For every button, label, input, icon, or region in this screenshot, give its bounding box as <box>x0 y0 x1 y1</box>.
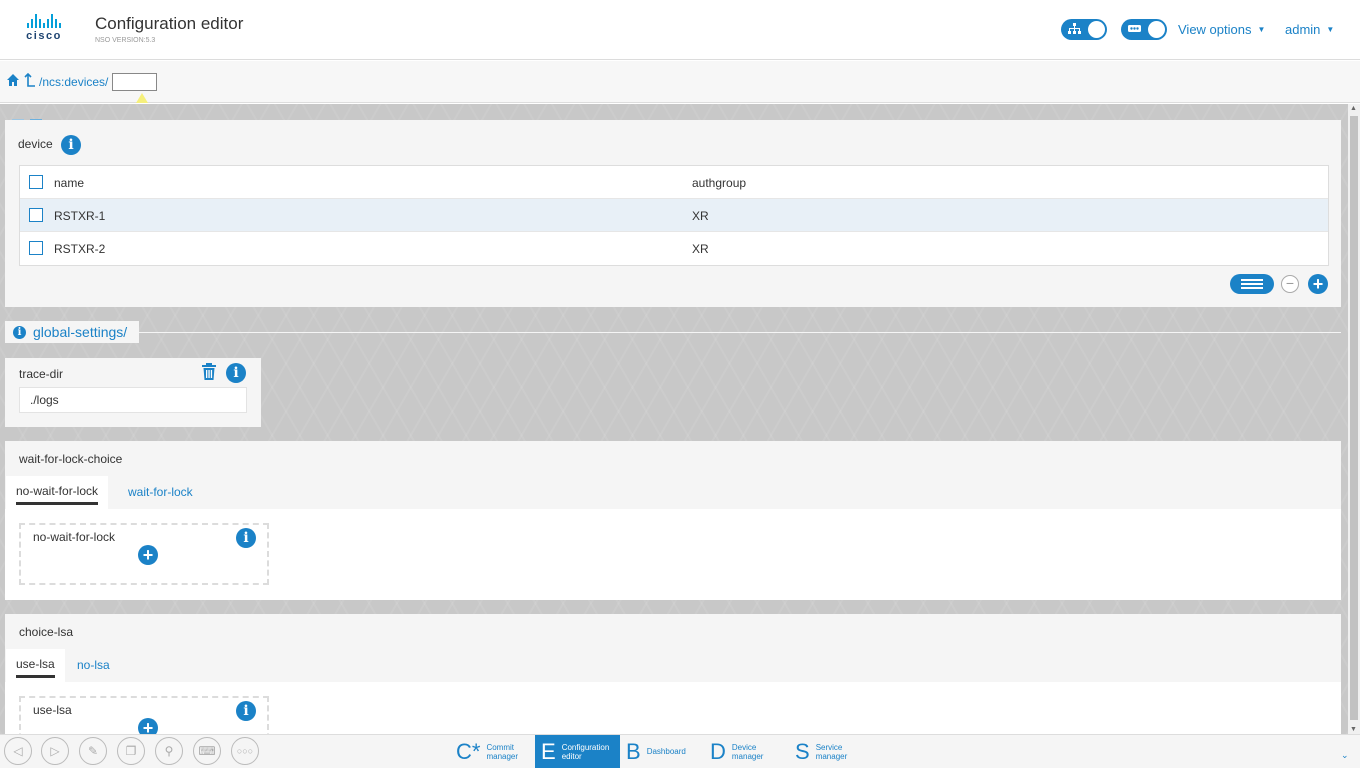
trash-icon[interactable] <box>201 363 217 384</box>
divider <box>139 332 1341 333</box>
global-settings-link[interactable]: i global-settings/ <box>5 321 139 343</box>
info-icon[interactable]: i <box>226 363 246 383</box>
dashboard-tab[interactable]: B Dashboard <box>620 735 704 768</box>
device-table: name authgroup RSTXR-1 XR RSTXR-2 XR <box>19 165 1329 266</box>
service-manager-tab[interactable]: S Service manager <box>789 735 876 768</box>
more-icon[interactable]: ○○○ <box>231 737 259 765</box>
use-lsa-box: use-lsa + i <box>19 696 269 734</box>
table-row[interactable]: RSTXR-1 XR <box>20 199 1328 232</box>
info-icon[interactable]: i <box>13 326 26 339</box>
choice-title: wait-for-lock-choice <box>19 452 123 466</box>
table-row[interactable]: RSTXR-2 XR <box>20 232 1328 265</box>
path-input[interactable] <box>112 73 157 91</box>
user-menu[interactable]: admin ▼ <box>1285 22 1334 37</box>
column-header-name[interactable]: name <box>54 176 84 190</box>
choice-content: no-wait-for-lock + i <box>5 509 1341 600</box>
search-icon[interactable]: ⚲ <box>155 737 183 765</box>
device-panel: device i name authgroup RSTXR-1 XR RSTXR… <box>5 120 1341 307</box>
add-button[interactable]: + <box>138 718 158 734</box>
choice-content: use-lsa + i <box>5 682 1341 734</box>
row-checkbox[interactable] <box>29 241 43 255</box>
app-title: Configuration editor <box>95 14 244 33</box>
trace-dir-input[interactable]: ./logs <box>19 387 247 413</box>
ellipsis-icon <box>1128 23 1141 38</box>
topology-toggle[interactable] <box>1061 19 1107 40</box>
configuration-editor-tab[interactable]: E Configuration editor <box>535 735 620 768</box>
device-name-cell[interactable]: RSTXR-2 <box>54 242 105 256</box>
device-name-cell[interactable]: RSTXR-1 <box>54 209 105 223</box>
tab-use-lsa[interactable]: use-lsa <box>6 649 65 682</box>
chevron-down-icon[interactable]: ⌄ <box>1341 750 1349 761</box>
add-row-button[interactable]: + <box>1308 274 1328 294</box>
app-header: cisco Configuration editor NSO VERSION:5… <box>0 0 1360 60</box>
home-icon[interactable] <box>6 73 20 90</box>
cisco-logo: cisco <box>18 14 70 44</box>
tab-no-wait-for-lock[interactable]: no-wait-for-lock <box>6 476 109 509</box>
scrollbar-thumb[interactable] <box>1350 116 1358 720</box>
app-version: NSO VERSION:5.3 <box>95 37 156 44</box>
trace-dir-panel: trace-dir i ./logs <box>5 358 261 427</box>
wait-for-lock-choice-panel: wait-for-lock-choice no-wait-for-lock wa… <box>5 441 1341 600</box>
list-view-button[interactable] <box>1230 274 1274 294</box>
column-header-authgroup[interactable]: authgroup <box>692 176 746 190</box>
info-icon[interactable]: i <box>236 701 256 721</box>
hierarchy-icon <box>1068 23 1081 38</box>
table-header: name authgroup <box>20 166 1328 199</box>
back-icon[interactable]: ◁ <box>4 737 32 765</box>
info-icon[interactable]: i <box>61 135 81 155</box>
scroll-up-icon[interactable]: ▲ <box>1350 105 1357 112</box>
scroll-down-icon[interactable]: ▼ <box>1350 726 1357 733</box>
details-toggle[interactable] <box>1121 19 1167 40</box>
tab-wait-for-lock[interactable]: wait-for-lock <box>128 485 193 499</box>
authgroup-cell: XR <box>692 242 709 256</box>
keyboard-icon[interactable]: ⌨ <box>193 737 221 765</box>
choice-lsa-panel: choice-lsa use-lsa no-lsa use-lsa + i <box>5 614 1341 734</box>
copy-icon[interactable]: ❐ <box>117 737 145 765</box>
vertical-scrollbar[interactable]: ▲ ▼ <box>1348 104 1360 734</box>
device-manager-tab[interactable]: D Device manager <box>704 735 788 768</box>
tab-no-lsa[interactable]: no-lsa <box>77 658 110 672</box>
forward-icon[interactable]: ▷ <box>41 737 69 765</box>
info-icon[interactable]: i <box>236 528 256 548</box>
navigate-up-icon[interactable] <box>24 72 36 90</box>
device-title: device <box>18 137 53 151</box>
chevron-down-icon: ▼ <box>1326 25 1335 34</box>
remove-row-button[interactable]: − <box>1281 275 1299 293</box>
select-all-checkbox[interactable] <box>29 175 43 189</box>
add-button[interactable]: + <box>138 545 158 565</box>
edit-icon[interactable]: ✎ <box>79 737 107 765</box>
current-path[interactable]: /ncs:devices/ <box>39 75 108 89</box>
authgroup-cell: XR <box>692 209 709 223</box>
commit-manager-tab[interactable]: C* Commit manager <box>450 735 534 768</box>
view-options-menu[interactable]: View options ▼ <box>1178 22 1265 37</box>
editor-content: device i name authgroup RSTXR-1 XR RSTXR… <box>0 104 1348 734</box>
choice-title: choice-lsa <box>19 625 74 639</box>
path-bar <box>0 61 1360 103</box>
trace-dir-label: trace-dir <box>19 367 64 381</box>
chevron-down-icon: ▼ <box>1257 25 1266 34</box>
tooltip-arrow <box>136 93 148 103</box>
no-wait-for-lock-box: no-wait-for-lock + i <box>19 523 269 585</box>
row-checkbox[interactable] <box>29 208 43 222</box>
